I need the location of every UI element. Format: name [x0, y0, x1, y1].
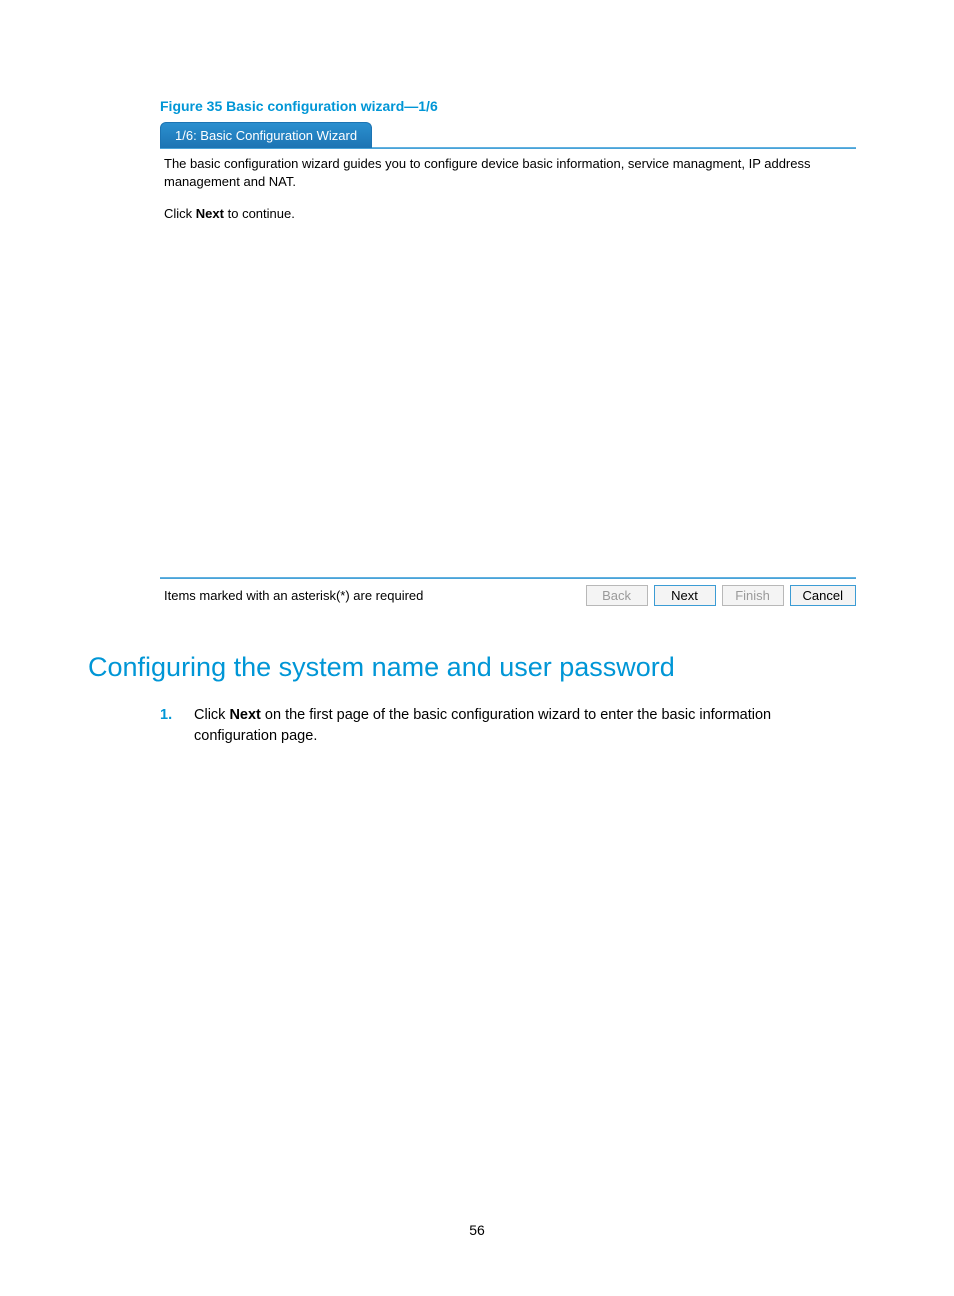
step-text: Click Next on the first page of the basi… — [194, 705, 836, 747]
step-number: 1. — [160, 705, 176, 747]
wizard-buttons: Back Next Finish Cancel — [586, 585, 856, 606]
continue-suffix: to continue. — [228, 206, 295, 221]
back-button: Back — [586, 585, 648, 606]
wizard-continue-text: Click Next to continue. — [164, 205, 852, 223]
step-list: 1. Click Next on the first page of the b… — [160, 705, 836, 747]
wizard-footer: Items marked with an asterisk(*) are req… — [160, 579, 856, 606]
figure-caption: Figure 35 Basic configuration wizard—1/6 — [160, 98, 866, 114]
page-number: 56 — [0, 1222, 954, 1238]
wizard-tab: 1/6: Basic Configuration Wizard — [160, 122, 372, 148]
step-post: on the first page of the basic configura… — [194, 707, 771, 744]
cancel-button[interactable]: Cancel — [790, 585, 856, 606]
list-item: 1. Click Next on the first page of the b… — [160, 705, 836, 747]
wizard-intro-text: The basic configuration wizard guides yo… — [164, 155, 852, 191]
wizard-body: The basic configuration wizard guides yo… — [160, 149, 856, 573]
step-bold: Next — [229, 707, 260, 723]
step-pre: Click — [194, 707, 229, 723]
next-button[interactable]: Next — [654, 585, 716, 606]
finish-button: Finish — [722, 585, 784, 606]
continue-prefix: Click — [164, 206, 192, 221]
wizard-footer-note: Items marked with an asterisk(*) are req… — [164, 588, 423, 603]
wizard-panel: 1/6: Basic Configuration Wizard The basi… — [160, 122, 856, 606]
continue-bold: Next — [196, 206, 224, 221]
section-heading: Configuring the system name and user pas… — [88, 652, 866, 683]
